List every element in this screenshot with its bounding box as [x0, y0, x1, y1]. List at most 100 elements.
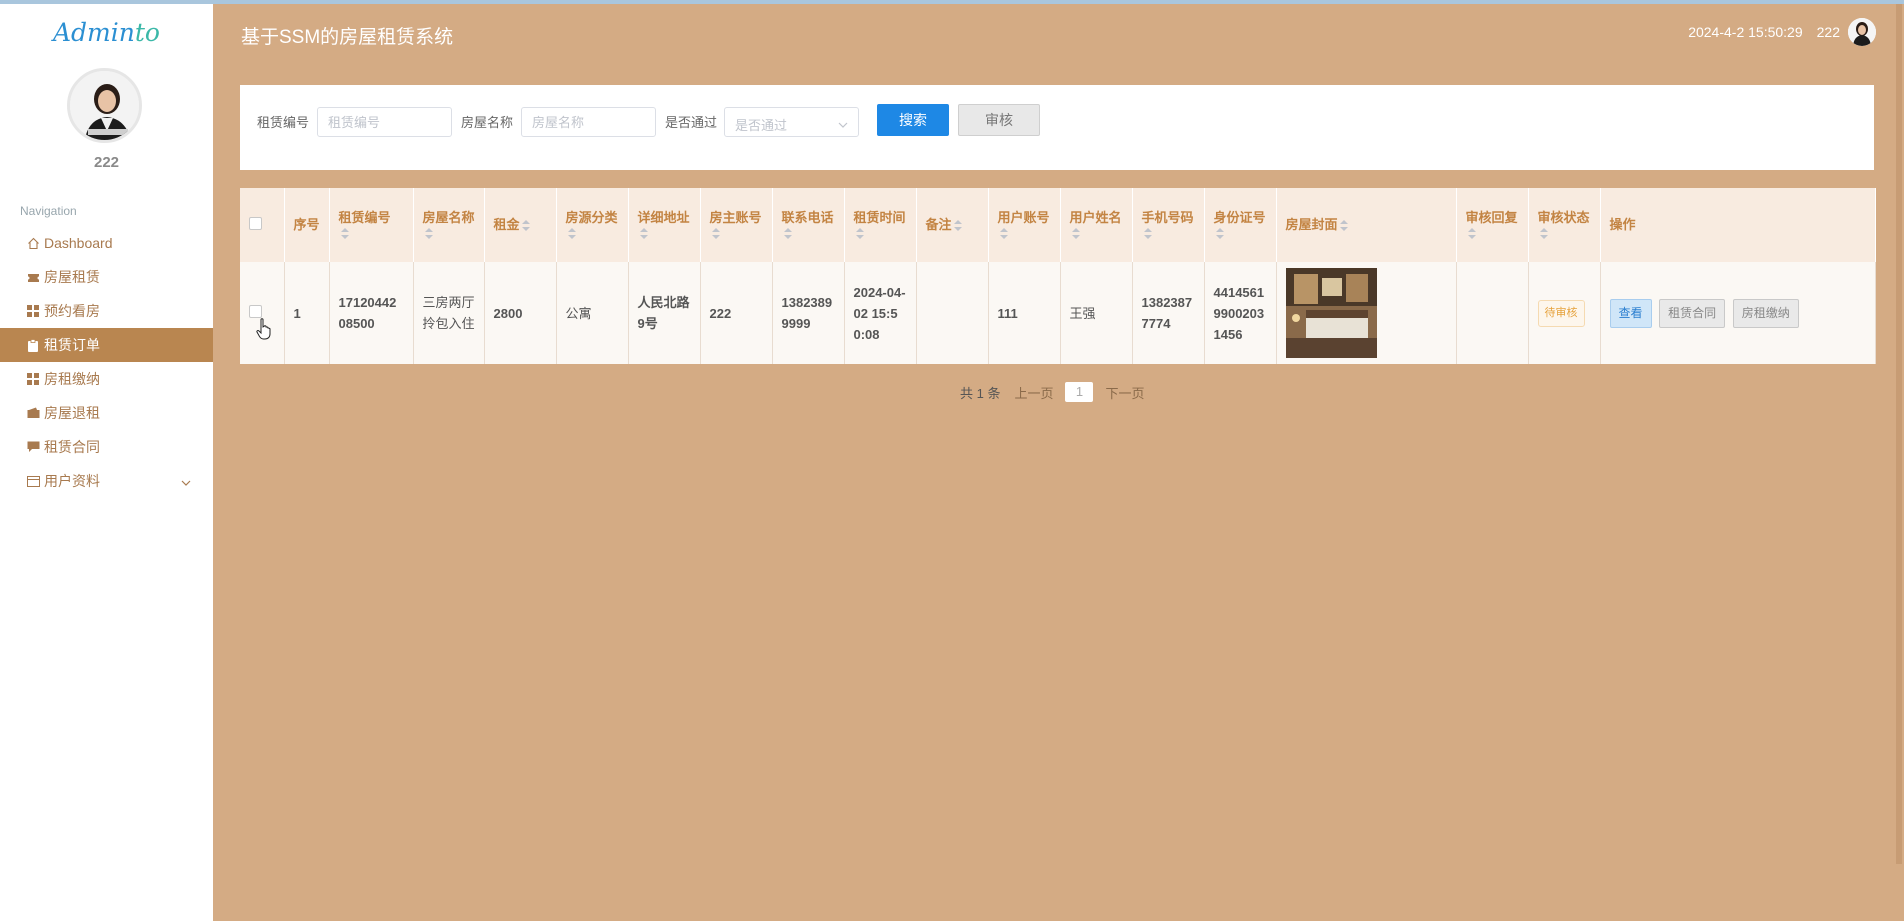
logo[interactable]: Adminto — [0, 18, 213, 47]
rent-no-input[interactable] — [317, 107, 452, 137]
sort-icon[interactable] — [424, 228, 433, 240]
search-button[interactable]: 搜索 — [877, 104, 949, 136]
pagination-total: 共 1 条 — [960, 385, 1001, 401]
table-header-row: 序号 租赁编号 房屋名称 租金 房源分类 详细地址 房主账号 联系电话 租赁时间… — [240, 188, 1876, 262]
cell-address: 人民北路9号 — [628, 262, 701, 364]
sort-icon[interactable] — [855, 228, 864, 240]
col-id-card[interactable]: 身份证号 — [1204, 188, 1277, 262]
select-all-checkbox[interactable] — [249, 216, 262, 230]
cell-rent-no: 1712044208500 — [329, 262, 414, 364]
cell-cover — [1276, 262, 1457, 364]
sort-icon[interactable] — [521, 219, 530, 232]
lease-contract-button[interactable]: 租赁合同 — [1659, 298, 1726, 328]
card-icon — [26, 474, 40, 488]
chevron-down-icon[interactable] — [181, 474, 191, 490]
approved-label: 是否通过 — [665, 115, 718, 130]
audit-button[interactable]: 审核 — [958, 104, 1040, 136]
cell-mobile: 13823877774 — [1132, 262, 1205, 364]
col-address[interactable]: 详细地址 — [628, 188, 701, 262]
cell-house-name: 三房两厅拎包入住 — [413, 262, 485, 364]
cell-index: 1 — [284, 262, 330, 364]
view-button[interactable]: 查看 — [1609, 298, 1652, 328]
col-user-name[interactable]: 用户姓名 — [1060, 188, 1133, 262]
sidebar-item-label: 房屋退租 — [44, 405, 100, 421]
sidebar-item-user-profile[interactable]: 用户资料 — [0, 464, 213, 498]
cell-user-name: 王强 — [1060, 262, 1133, 364]
cell-contact-phone: 13823899999 — [772, 262, 845, 364]
col-rent-time[interactable]: 租赁时间 — [844, 188, 917, 262]
sidebar-item-label: Dashboard — [44, 235, 113, 251]
house-name-input[interactable] — [521, 107, 656, 137]
sidebar-item-label: 房屋租赁 — [44, 269, 100, 285]
col-category[interactable]: 房源分类 — [556, 188, 629, 262]
col-cover[interactable]: 房屋封面 — [1276, 188, 1457, 262]
header-username[interactable]: 222 — [1817, 24, 1840, 40]
sidebar-item-label: 预约看房 — [44, 303, 100, 319]
table-row[interactable]: 1 1712044208500 三房两厅拎包入住 2800 公寓 人民北路9号 … — [240, 262, 1876, 364]
cell-remark — [916, 262, 989, 364]
rent-no-label: 租赁编号 — [257, 115, 310, 130]
approved-select[interactable]: 是否通过 — [724, 107, 859, 137]
cell-owner-account: 222 — [700, 262, 773, 364]
sort-icon[interactable] — [711, 228, 720, 240]
col-house-name[interactable]: 房屋名称 — [413, 188, 485, 262]
sidebar-item-lease-contract[interactable]: 租赁合同 — [0, 430, 213, 464]
sort-icon[interactable] — [999, 228, 1008, 240]
sort-icon[interactable] — [1539, 228, 1548, 240]
vertical-scrollbar[interactable] — [1894, 4, 1904, 921]
sort-icon[interactable] — [567, 228, 576, 240]
cell-status: 待审核 — [1528, 262, 1601, 364]
col-contact-phone[interactable]: 联系电话 — [772, 188, 845, 262]
sidebar-item-move-out[interactable]: 房屋退租 — [0, 396, 213, 430]
sort-icon[interactable] — [1339, 219, 1348, 232]
clipboard-icon — [26, 338, 40, 352]
house-name-label: 房屋名称 — [461, 115, 514, 130]
approved-select-value: 是否通过 — [735, 118, 788, 133]
col-reply[interactable]: 审核回复 — [1456, 188, 1529, 262]
col-status[interactable]: 审核状态 — [1528, 188, 1601, 262]
col-rent[interactable]: 租金 — [484, 188, 557, 262]
col-owner-account[interactable]: 房主账号 — [700, 188, 773, 262]
sidebar-item-rental-orders[interactable]: 租赁订单 — [0, 328, 213, 362]
user-avatar[interactable] — [67, 68, 142, 143]
sort-icon[interactable] — [1215, 228, 1224, 240]
prev-page-button[interactable]: 上一页 — [1014, 383, 1053, 402]
nav-section-title: Navigation — [20, 204, 77, 218]
col-rent-no[interactable]: 租赁编号 — [329, 188, 414, 262]
next-page-button[interactable]: 下一页 — [1105, 383, 1144, 402]
header-avatar[interactable] — [1848, 18, 1876, 46]
pagination: 共 1 条 上一页 1 下一页 — [960, 382, 1145, 402]
chat-icon — [26, 440, 40, 454]
page-number-button[interactable]: 1 — [1065, 382, 1094, 402]
col-actions: 操作 — [1600, 188, 1876, 262]
cell-reply — [1456, 262, 1529, 364]
sort-icon[interactable] — [1467, 228, 1476, 240]
sidebar-item-dashboard[interactable]: Dashboard — [0, 226, 213, 260]
wallet-icon — [26, 406, 40, 420]
top-accent-line — [0, 0, 1904, 4]
col-user-account[interactable]: 用户账号 — [988, 188, 1061, 262]
sort-icon[interactable] — [340, 228, 349, 240]
row-checkbox[interactable] — [249, 304, 262, 318]
sort-icon[interactable] — [1143, 228, 1152, 240]
house-cover-image[interactable] — [1285, 268, 1377, 358]
cell-user-account: 111 — [988, 262, 1061, 364]
sidebar-item-viewing-appointment[interactable]: 预约看房 — [0, 294, 213, 328]
sidebar-item-house-rental[interactable]: 房屋租赁 — [0, 260, 213, 294]
sidebar-item-rent-payment[interactable]: 房租缴纳 — [0, 362, 213, 396]
sidebar-nav: Dashboard 房屋租赁 预约看房 租赁订单 房租缴纳 房屋退租 租赁合同 … — [0, 226, 213, 498]
scrollbar-thumb[interactable] — [1896, 4, 1902, 864]
sort-icon[interactable] — [639, 228, 648, 240]
chevron-down-icon — [838, 117, 848, 132]
ticket-icon — [26, 270, 40, 284]
select-all-cell — [240, 188, 285, 262]
sort-icon[interactable] — [1071, 228, 1080, 240]
orders-table: 序号 租赁编号 房屋名称 租金 房源分类 详细地址 房主账号 联系电话 租赁时间… — [240, 188, 1876, 364]
row-select-cell — [240, 262, 285, 364]
col-mobile[interactable]: 手机号码 — [1132, 188, 1205, 262]
col-remark[interactable]: 备注 — [916, 188, 989, 262]
sidebar-item-label: 用户资料 — [44, 473, 100, 489]
sort-icon[interactable] — [953, 219, 962, 232]
sort-icon[interactable] — [783, 228, 792, 240]
rent-payment-button[interactable]: 房租缴纳 — [1732, 298, 1799, 328]
